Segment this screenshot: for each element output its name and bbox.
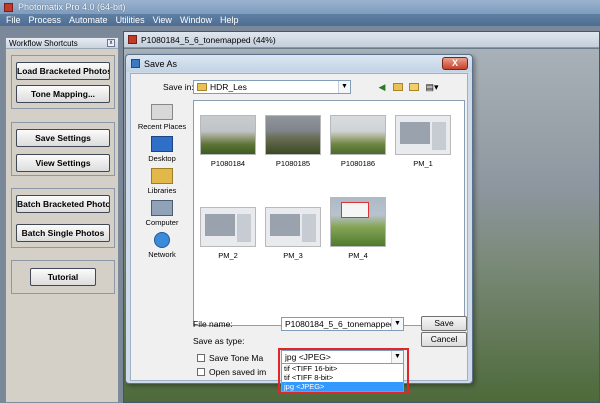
app-titlebar: Photomatix Pro 4.0 (64-bit) (0, 0, 600, 14)
new-folder-glyph (409, 83, 419, 91)
menubar: File Process Automate Utilities View Win… (0, 14, 600, 26)
file-item[interactable]: P1080185 (265, 115, 321, 168)
place-label: Desktop (148, 154, 176, 163)
menu-window[interactable]: Window (180, 15, 212, 25)
file-item[interactable]: PM_1 (395, 115, 451, 168)
place-label: Libraries (147, 186, 177, 195)
batch-bracketed-photos-button[interactable]: Batch Bracketed Photos (16, 195, 110, 213)
desktop-icon (151, 136, 173, 152)
menu-help[interactable]: Help (220, 15, 239, 25)
save-as-type-label: Save as type: (193, 336, 245, 346)
folder-toolbar: ◀ ▤▾ (375, 81, 455, 93)
menu-utilities[interactable]: Utilities (116, 15, 145, 25)
save-button[interactable]: Save (421, 316, 467, 331)
file-name-input[interactable]: P1080184_5_6_tonemapped ▼ (281, 317, 404, 331)
workflow-shortcuts-panel: Workflow Shortcuts x Load Bracketed Phot… (5, 37, 119, 403)
save-tone-checkbox[interactable] (197, 354, 205, 362)
place-label: Recent Places (137, 122, 187, 131)
folder-icon (197, 83, 207, 91)
file-thumbnail (265, 207, 321, 247)
file-name-label: File name: (193, 319, 233, 329)
document-icon (128, 35, 137, 44)
recent-places-icon (151, 104, 173, 120)
workflow-group-tutorial: Tutorial (11, 260, 115, 294)
place-libraries[interactable]: Libraries (135, 168, 189, 195)
tone-mapping-button[interactable]: Tone Mapping... (16, 85, 110, 103)
file-name: PM_1 (413, 159, 433, 168)
save-in-label: Save in: (163, 82, 194, 92)
chevron-down-icon: ▼ (338, 81, 350, 93)
network-icon (154, 232, 170, 248)
app-icon (4, 2, 13, 12)
open-saved-checkbox[interactable] (197, 368, 205, 376)
file-name: P1080185 (275, 159, 311, 168)
place-network[interactable]: Network (135, 232, 189, 259)
view-menu-icon[interactable]: ▤▾ (425, 81, 439, 93)
place-computer[interactable]: Computer (135, 200, 189, 227)
file-item[interactable]: P1080184 (200, 115, 256, 168)
highlight-annotation (278, 348, 409, 394)
view-settings-button[interactable]: View Settings (16, 154, 110, 172)
workflow-group-batch: Batch Bracketed Photos Batch Single Phot… (11, 188, 115, 248)
workflow-panel-title: Workflow Shortcuts (9, 38, 78, 48)
dialog-titlebar: Save As (126, 55, 472, 72)
file-name: PM_2 (218, 251, 238, 260)
file-item[interactable]: PM_4 (330, 197, 386, 260)
save-in-combo[interactable]: HDR_Les ▼ (193, 80, 351, 94)
places-bar: Recent Places Desktop Libraries Computer… (135, 100, 189, 310)
file-item[interactable]: PM_2 (200, 207, 256, 260)
place-label: Network (148, 250, 176, 259)
load-bracketed-photos-button[interactable]: Load Bracketed Photos (16, 62, 110, 80)
close-button[interactable]: X (442, 57, 468, 70)
up-folder-icon[interactable] (391, 81, 405, 93)
menu-process[interactable]: Process (29, 15, 62, 25)
tutorial-button[interactable]: Tutorial (30, 268, 96, 286)
workflow-group-load: Load Bracketed Photos Tone Mapping... (11, 55, 115, 109)
menu-file[interactable]: File (6, 15, 21, 25)
dialog-body: Save in: HDR_Les ▼ ◀ ▤▾ Recent Places De… (130, 73, 468, 394)
file-thumbnail (200, 207, 256, 247)
place-label: Computer (145, 218, 179, 227)
file-name: P1080186 (340, 159, 376, 168)
new-folder-icon[interactable] (407, 81, 421, 93)
save-settings-button[interactable]: Save Settings (16, 129, 110, 147)
place-recent-places[interactable]: Recent Places (135, 104, 189, 131)
dialog-icon (131, 59, 140, 68)
save-as-dialog: Save As X Save in: HDR_Les ▼ ◀ ▤▾ Recent… (125, 54, 473, 394)
file-thumbnail (200, 115, 256, 155)
libraries-icon (151, 168, 173, 184)
file-thumbnail (395, 115, 451, 155)
app-title: Photomatix Pro 4.0 (64-bit) (18, 2, 126, 12)
up-folder-glyph (393, 83, 403, 91)
menu-view[interactable]: View (153, 15, 172, 25)
file-name: PM_4 (348, 251, 368, 260)
chevron-down-icon: ▼ (391, 318, 403, 330)
file-thumbnail (330, 197, 386, 247)
open-saved-label: Open saved im (209, 367, 267, 377)
computer-icon (151, 200, 173, 216)
document-titlebar: P1080184_5_6_tonemapped (44%) (124, 32, 599, 48)
cancel-button[interactable]: Cancel (421, 332, 467, 347)
place-desktop[interactable]: Desktop (135, 136, 189, 163)
menu-automate[interactable]: Automate (69, 15, 108, 25)
save-tone-label: Save Tone Ma (209, 353, 264, 363)
file-name: P1080184 (210, 159, 246, 168)
file-name-value: P1080184_5_6_tonemapped (285, 319, 395, 329)
close-icon[interactable]: x (107, 39, 115, 47)
workflow-group-settings: Save Settings View Settings (11, 122, 115, 176)
dialog-title: Save As (144, 58, 178, 69)
file-item[interactable]: P1080186 (330, 115, 386, 168)
save-in-value: HDR_Les (210, 82, 247, 92)
back-icon[interactable]: ◀ (375, 81, 389, 93)
file-thumbnail (265, 115, 321, 155)
batch-single-photos-button[interactable]: Batch Single Photos (16, 224, 110, 242)
file-list: P1080184 P1080185 P1080186 PM_1 PM_2 PM_… (193, 100, 465, 326)
file-item[interactable]: PM_3 (265, 207, 321, 260)
workflow-panel-header: Workflow Shortcuts x (6, 38, 118, 49)
file-name: PM_3 (283, 251, 303, 260)
document-title: P1080184_5_6_tonemapped (44%) (141, 34, 276, 45)
file-thumbnail (330, 115, 386, 155)
